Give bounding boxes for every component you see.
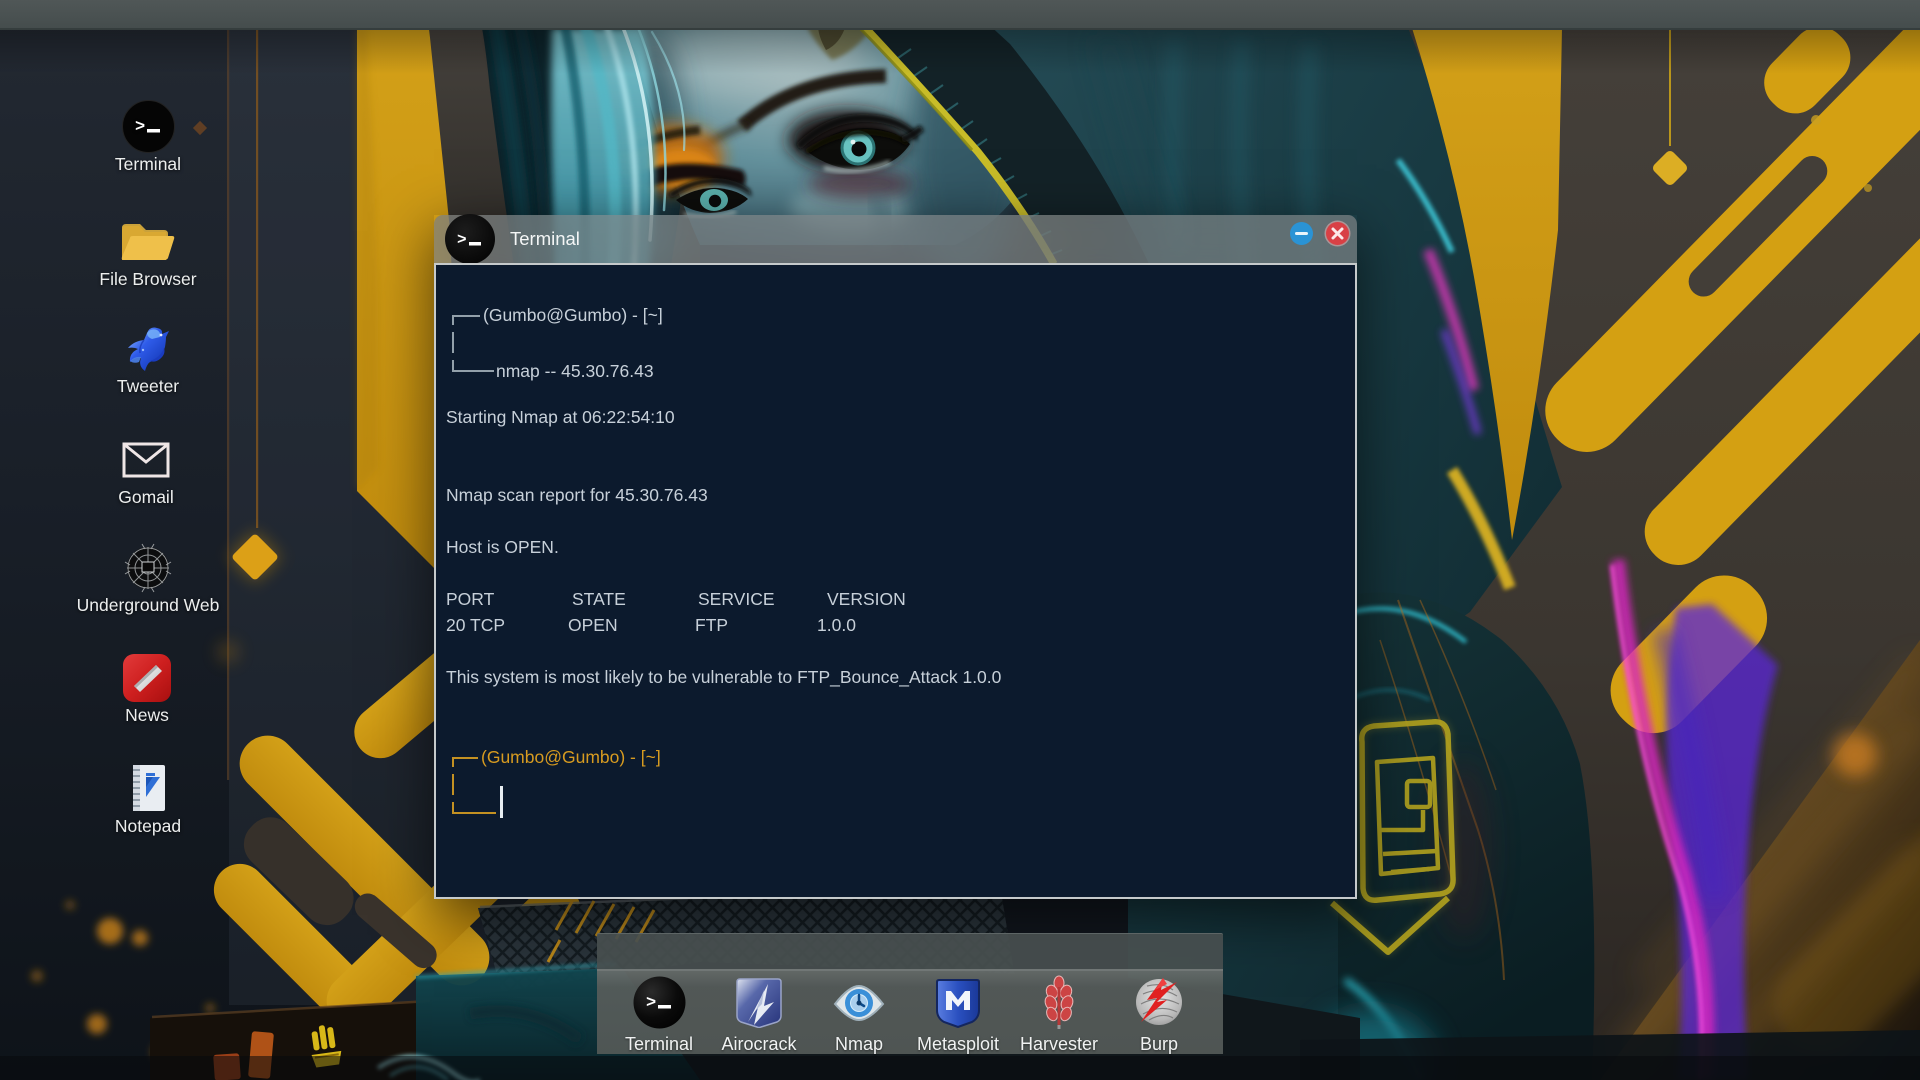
- svg-text:>: >: [646, 994, 656, 1013]
- svg-text:>: >: [457, 231, 467, 249]
- svg-text:>: >: [135, 118, 145, 137]
